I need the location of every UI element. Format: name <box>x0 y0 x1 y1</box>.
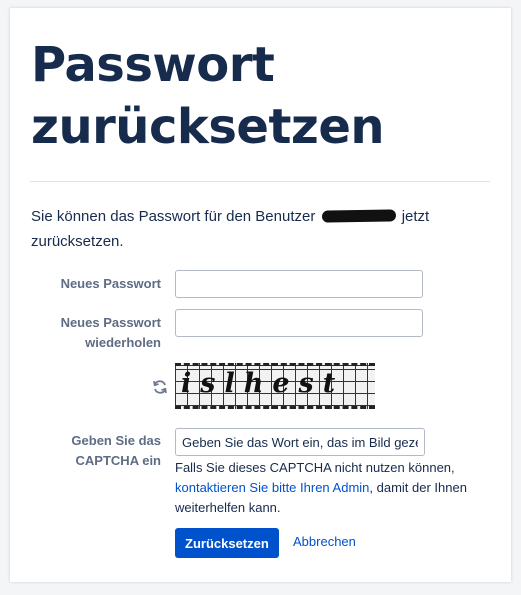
cancel-link[interactable]: Abbrechen <box>293 534 356 549</box>
captcha-image: islhest <box>175 363 375 409</box>
redacted-username <box>321 209 396 223</box>
repeat-password-label-line1: Neues Passwort <box>60 315 161 330</box>
captcha-input[interactable] <box>175 428 425 456</box>
page-title: Passwort zurücksetzen <box>31 34 385 158</box>
new-password-label: Neues Passwort <box>60 276 161 291</box>
intro-before: Sie können das Passwort für den Benutzer <box>31 208 316 225</box>
new-password-input[interactable] <box>175 270 423 298</box>
captcha-help-before: Falls Sie dieses CAPTCHA nicht nutzen kö… <box>175 460 455 475</box>
intro-text: Sie können das Passwort für den Benutzer… <box>31 204 491 254</box>
captcha-label: Geben Sie das CAPTCHA ein <box>50 431 161 471</box>
repeat-password-input[interactable] <box>175 309 423 337</box>
repeat-password-label: Neues Passwort wiederholen <box>40 313 161 353</box>
reset-password-card: Passwort zurücksetzen Sie können das Pas… <box>10 8 511 582</box>
reset-button[interactable]: Zurücksetzen <box>175 528 279 558</box>
captcha-text: islhest <box>181 368 345 399</box>
captcha-help-text: Falls Sie dieses CAPTCHA nicht nutzen kö… <box>175 458 475 518</box>
page-title-line2: zurücksetzen <box>31 99 385 155</box>
title-divider <box>30 181 490 182</box>
repeat-password-label-line2: wiederholen <box>85 335 161 350</box>
captcha-label-line1: Geben Sie das <box>71 433 161 448</box>
refresh-icon[interactable] <box>151 378 169 396</box>
contact-admin-link[interactable]: kontaktieren Sie bitte Ihren Admin <box>175 480 369 495</box>
page-title-line1: Passwort <box>31 37 275 93</box>
captcha-label-line2: CAPTCHA ein <box>75 453 161 468</box>
